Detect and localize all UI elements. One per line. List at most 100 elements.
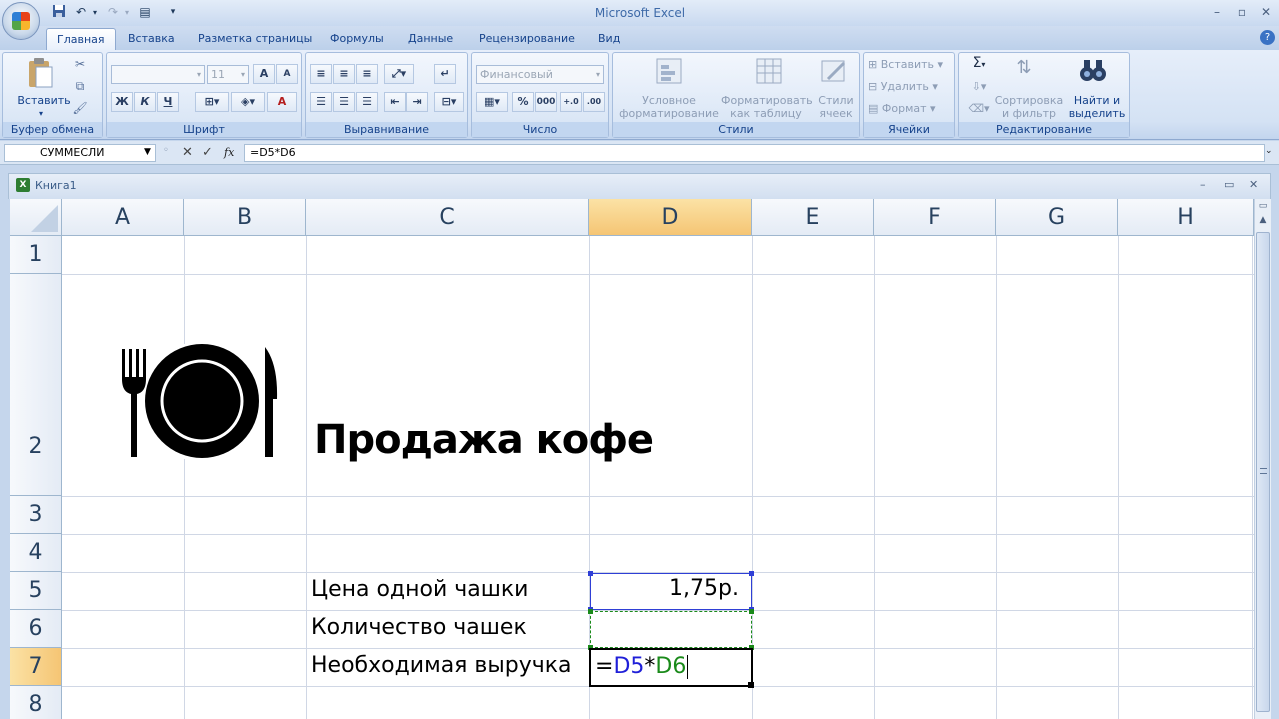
fill-handle[interactable] — [748, 682, 754, 688]
row-header-8[interactable]: 8 — [10, 686, 62, 719]
cell-d5-reference[interactable]: 1,75р. — [588, 571, 754, 612]
range-handle[interactable] — [749, 609, 754, 614]
fill-color-icon[interactable]: ◈▾ — [231, 92, 265, 112]
spreadsheet-grid[interactable]: A B C D E F G H 1 2 3 4 5 6 7 8 Продажа … — [10, 199, 1254, 719]
undo-icon[interactable]: ↶ — [72, 4, 90, 21]
underline-button[interactable]: Ч — [157, 92, 179, 112]
thousands-button[interactable]: 000 — [535, 92, 557, 112]
row-header-5[interactable]: 5 — [10, 572, 62, 610]
paste-icon[interactable] — [25, 57, 55, 91]
formula-input[interactable]: =D5*D6 — [244, 144, 1265, 162]
autosum-button[interactable]: Σ▾ — [965, 56, 993, 71]
column-header-h[interactable]: H — [1118, 199, 1254, 236]
italic-button[interactable]: К — [134, 92, 156, 112]
align-center-icon[interactable]: ☰ — [333, 92, 355, 112]
tab-insert[interactable]: Вставка — [118, 28, 185, 50]
range-handle[interactable] — [749, 571, 754, 576]
formula-in-cell[interactable]: =D5*D6 — [595, 654, 689, 679]
cell-styles-button[interactable]: Стили ячеек — [813, 94, 859, 120]
column-header-c[interactable]: C — [306, 199, 589, 236]
find-select-button[interactable]: Найти и выделить — [1065, 94, 1129, 120]
redo-dropdown-icon[interactable]: ▾ — [122, 4, 132, 21]
row-header-2[interactable]: 2 — [10, 274, 62, 496]
save-icon[interactable] — [50, 4, 68, 21]
tab-data[interactable]: Данные — [398, 28, 463, 50]
tab-view[interactable]: Вид — [588, 28, 630, 50]
align-bottom-icon[interactable]: ≡ — [356, 64, 378, 84]
scroll-thumb[interactable] — [1256, 232, 1270, 712]
insert-cells-button[interactable]: ⊞ Вставить ▾ — [868, 58, 952, 71]
customize-icon[interactable]: ▾ — [166, 4, 180, 21]
increase-indent-icon[interactable]: ⇥ — [406, 92, 428, 112]
increase-decimal-icon[interactable]: +.0 — [560, 92, 582, 112]
decrease-indent-icon[interactable]: ⇤ — [384, 92, 406, 112]
percent-button[interactable]: % — [512, 92, 534, 112]
delete-cells-button[interactable]: ⊟ Удалить ▾ — [868, 80, 952, 93]
print-preview-icon[interactable]: ▤ — [136, 4, 154, 21]
redo-icon[interactable]: ↷ — [104, 4, 122, 21]
column-header-e[interactable]: E — [752, 199, 874, 236]
align-middle-icon[interactable]: ≡ — [333, 64, 355, 84]
row-header-1[interactable]: 1 — [10, 236, 62, 274]
align-top-icon[interactable]: ≡ — [310, 64, 332, 84]
currency-icon[interactable]: ▦▾ — [476, 92, 508, 112]
paste-button[interactable]: Вставить — [9, 94, 79, 107]
conditional-formatting-icon[interactable] — [653, 57, 685, 87]
decrease-decimal-icon[interactable]: .00 — [583, 92, 605, 112]
row-header-6[interactable]: 6 — [10, 610, 62, 648]
column-header-a[interactable]: A — [62, 199, 184, 236]
cancel-entry-icon[interactable]: ✕ — [182, 145, 193, 160]
split-box[interactable]: ▭ — [1256, 201, 1270, 213]
workbook-restore-icon[interactable]: ▭ — [1224, 178, 1234, 191]
confirm-entry-icon[interactable]: ✓ — [202, 145, 213, 160]
name-box-dropdown-icon[interactable]: ▼ — [144, 147, 151, 157]
bold-button[interactable]: Ж — [111, 92, 133, 112]
minimize-icon[interactable]: – — [1207, 4, 1227, 20]
paste-dropdown-icon[interactable]: ▾ — [36, 107, 46, 120]
formula-options-icon[interactable]: ◦ — [163, 145, 175, 161]
conditional-formatting-button[interactable]: Условное форматирование — [615, 94, 723, 120]
format-as-table-icon[interactable] — [753, 57, 785, 87]
range-handle[interactable] — [588, 571, 593, 576]
sort-filter-icon[interactable]: ⇅ — [1009, 57, 1039, 87]
select-all-corner[interactable] — [10, 199, 62, 236]
maximize-icon[interactable]: ▫ — [1232, 4, 1252, 20]
close-icon[interactable]: ✕ — [1256, 4, 1276, 20]
binoculars-icon[interactable] — [1077, 57, 1109, 87]
cell-styles-icon[interactable] — [818, 57, 850, 87]
active-cell-d7[interactable]: =D5*D6 — [589, 648, 754, 688]
column-header-g[interactable]: G — [996, 199, 1118, 236]
insert-function-button[interactable]: fx — [224, 146, 234, 159]
tab-review[interactable]: Рецензирование — [469, 28, 585, 50]
expand-formula-bar-icon[interactable]: ⌄ — [1265, 146, 1277, 162]
cut-icon[interactable]: ✂ — [71, 57, 89, 71]
name-box[interactable]: СУММЕСЛИ — [4, 144, 156, 162]
fill-icon[interactable]: ⇩▾ — [965, 80, 993, 93]
undo-dropdown-icon[interactable]: ▾ — [90, 4, 100, 21]
format-painter-icon[interactable]: 🖌 — [71, 101, 89, 115]
row-header-7[interactable]: 7 — [10, 648, 62, 686]
borders-button[interactable]: ⊞▾ — [195, 92, 229, 112]
scroll-up-icon[interactable]: ▲ — [1256, 215, 1270, 229]
row-header-4[interactable]: 4 — [10, 534, 62, 572]
column-header-f[interactable]: F — [874, 199, 996, 236]
wrap-text-icon[interactable]: ↵ — [434, 64, 456, 84]
workbook-close-icon[interactable]: ✕ — [1249, 178, 1258, 191]
vertical-scrollbar[interactable]: ▭ ▲ — [1254, 199, 1271, 719]
plate-fork-knife-icon[interactable] — [120, 344, 280, 459]
label-quantity[interactable]: Количество чашек — [311, 615, 527, 640]
align-right-icon[interactable]: ☰ — [356, 92, 378, 112]
label-price[interactable]: Цена одной чашки — [311, 577, 528, 602]
shrink-font-button[interactable]: A — [276, 64, 298, 84]
sheet-title[interactable]: Продажа кофе — [314, 417, 654, 463]
tab-page-layout[interactable]: Разметка страницы — [188, 28, 322, 50]
label-revenue[interactable]: Необходимая выручка — [311, 653, 572, 678]
row-header-3[interactable]: 3 — [10, 496, 62, 534]
orientation-icon[interactable]: ⤢▾ — [384, 64, 414, 84]
column-header-d[interactable]: D — [589, 199, 752, 236]
help-icon[interactable]: ? — [1260, 30, 1275, 45]
tab-formulas[interactable]: Формулы — [320, 28, 394, 50]
range-handle[interactable] — [588, 609, 593, 614]
tab-home[interactable]: Главная — [46, 28, 116, 50]
copy-icon[interactable]: ⧉ — [71, 79, 89, 94]
